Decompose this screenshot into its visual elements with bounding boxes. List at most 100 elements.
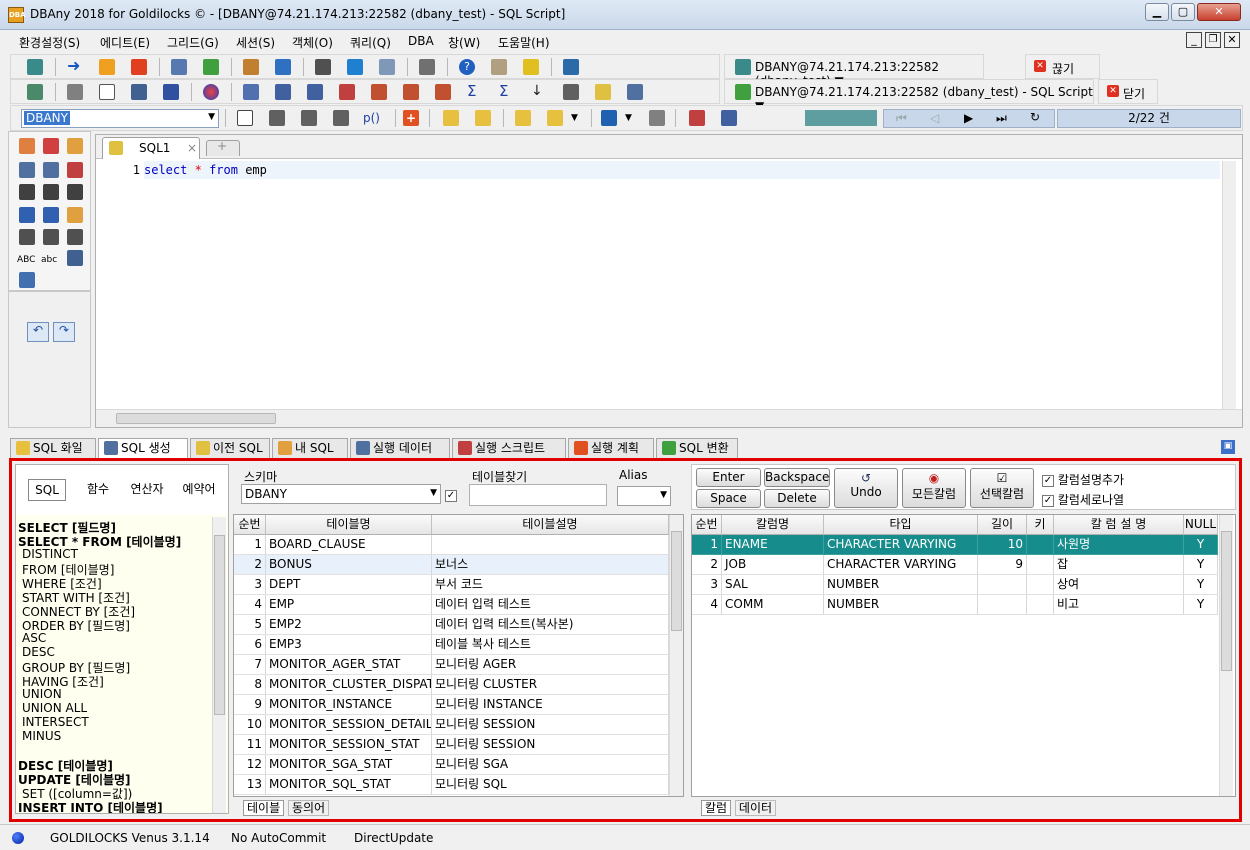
table-icon[interactable] xyxy=(243,84,259,100)
tab-sql1[interactable]: SQL1 × xyxy=(102,137,200,159)
col-header-key[interactable]: 키 xyxy=(1027,515,1054,535)
schema-checkbox[interactable]: ✓ xyxy=(445,488,457,502)
table-row[interactable]: 9 MONITOR_INSTANCE 모니터링 INSTANCE xyxy=(234,695,669,715)
minimize-button[interactable]: ▁ xyxy=(1145,3,1169,21)
col-header-col-name[interactable]: 칼럼명 xyxy=(722,515,824,535)
monitor-icon[interactable] xyxy=(347,59,363,75)
subtab-function[interactable]: 함수 xyxy=(76,479,120,501)
sum-icon[interactable]: Σ xyxy=(467,84,483,100)
selected-columns-button[interactable]: ☑ 선택칼럼 xyxy=(970,468,1034,508)
tab-exec-data[interactable]: 실행 데이터 xyxy=(350,438,450,458)
tab-my-sql[interactable]: 내 SQL xyxy=(272,438,348,458)
table-row[interactable]: 3 DEPT 부서 코드 xyxy=(234,575,669,595)
subtab-sql[interactable]: SQL xyxy=(28,479,66,501)
snippet-4-icon[interactable] xyxy=(19,162,35,178)
download-icon[interactable] xyxy=(131,59,147,75)
column-vscroll[interactable] xyxy=(1219,515,1233,796)
table-row[interactable]: 13 MONITOR_SQL_STAT 모니터링 SQL xyxy=(234,775,669,795)
connect-icon[interactable] xyxy=(27,59,43,75)
format-icon[interactable] xyxy=(19,272,35,288)
doc-icon[interactable] xyxy=(333,110,349,126)
tree-icon[interactable] xyxy=(27,84,43,100)
grid-settings-icon[interactable] xyxy=(721,110,737,126)
snippet-2-icon[interactable] xyxy=(43,138,59,154)
tab-close-icon[interactable]: × xyxy=(187,141,197,155)
table-row[interactable]: 1 BOARD_CLAUSE xyxy=(234,535,669,555)
tab-sql-file[interactable]: SQL 화일 xyxy=(10,438,96,458)
wrap-icon[interactable] xyxy=(67,229,83,245)
grid-a-icon[interactable] xyxy=(19,229,35,245)
space-button[interactable]: Space xyxy=(696,489,761,508)
menu-object[interactable]: 객체(O) xyxy=(292,34,333,51)
sum-group-icon[interactable]: Σ xyxy=(499,84,515,100)
snippet-5-icon[interactable] xyxy=(43,162,59,178)
find-icon[interactable] xyxy=(595,84,611,100)
tab-exec-plan[interactable]: 실행 계획 xyxy=(568,438,654,458)
menu-help[interactable]: 도움말(H) xyxy=(498,34,550,51)
redo-icon[interactable]: ↷ xyxy=(53,322,75,342)
save-icon[interactable] xyxy=(601,110,617,126)
table-edit-icon[interactable] xyxy=(307,84,323,100)
table-insert-icon[interactable] xyxy=(371,84,387,100)
syntax-item[interactable]: INSERT INTO [테이블명] xyxy=(18,799,163,813)
search-icon[interactable] xyxy=(419,59,435,75)
tab-columns[interactable]: 칼럼 xyxy=(701,800,732,816)
subtab-operator[interactable]: 연산자 xyxy=(122,479,172,501)
column-row[interactable]: 1 ENAME CHARACTER VARYING 10 사원명 Y xyxy=(692,535,1218,555)
close-window-button[interactable]: ✕ xyxy=(1197,3,1241,21)
procedure-icon[interactable]: p() xyxy=(363,110,380,126)
column-vscroll-thumb[interactable] xyxy=(1221,531,1232,671)
col-header-type[interactable]: 타입 xyxy=(824,515,978,535)
new-script-icon[interactable] xyxy=(269,110,285,126)
maximize-button[interactable]: ▢ xyxy=(1171,3,1195,21)
snippet-6-icon[interactable] xyxy=(67,162,83,178)
undo-button[interactable]: ↺ Undo xyxy=(834,468,898,508)
tab-sql-gen[interactable]: SQL 생성 xyxy=(98,438,188,458)
col-header-length[interactable]: 길이 xyxy=(978,515,1027,535)
delete-button[interactable]: Delete xyxy=(764,489,830,508)
table-row[interactable]: 7 MONITOR_AGER_STAT 모니터링 AGER xyxy=(234,655,669,675)
syntax-item[interactable]: UNION ALL xyxy=(22,701,87,715)
indent-icon[interactable] xyxy=(19,184,35,200)
outdent-icon[interactable] xyxy=(43,184,59,200)
print-preview-icon[interactable] xyxy=(649,110,665,126)
tab-tables[interactable]: 테이블 xyxy=(243,800,285,816)
new-tab-button[interactable]: + xyxy=(206,139,240,156)
tab-exec-script[interactable]: 실행 스크립트 xyxy=(452,438,566,458)
sort-icon[interactable]: ↓ xyxy=(531,84,547,100)
menu-grid[interactable]: 그리드(G) xyxy=(167,34,219,51)
all-columns-button[interactable]: ◉ 모든칼럼 xyxy=(902,468,966,508)
dba-icon[interactable] xyxy=(523,59,539,75)
add-icon[interactable]: + xyxy=(403,110,419,126)
column-row[interactable]: 2 JOB CHARACTER VARYING 9 잡 Y xyxy=(692,555,1218,575)
cube-icon[interactable] xyxy=(491,59,507,75)
tm-icon[interactable] xyxy=(131,84,147,100)
save-script-icon[interactable] xyxy=(301,110,317,126)
col-header-table-desc[interactable]: 테이블설명 xyxy=(432,515,669,535)
enter-button[interactable]: Enter xyxy=(696,468,761,487)
mdi-restore-button[interactable]: ❐ xyxy=(1205,32,1221,48)
objects-icon[interactable] xyxy=(243,59,259,75)
page-icon[interactable] xyxy=(99,84,115,100)
table-row[interactable]: 4 EMP 데이터 입력 테스트 xyxy=(234,595,669,615)
syntax-item[interactable]: DISTINCT xyxy=(22,547,78,561)
menu-dba[interactable]: DBA xyxy=(408,34,434,48)
last-record-icon[interactable]: ⏭ xyxy=(996,111,1007,126)
col-header-table-name[interactable]: 테이블명 xyxy=(266,515,432,535)
table-find-input[interactable] xyxy=(469,484,607,506)
syntax-vscroll-thumb[interactable] xyxy=(214,535,225,715)
disconnect-button[interactable]: 끊기 xyxy=(1052,60,1074,77)
upload-icon[interactable] xyxy=(99,59,115,75)
alias-combo[interactable]: ▼ xyxy=(617,486,671,506)
vertical-checkbox[interactable]: ✓ 칼럼세로나열 xyxy=(1042,491,1124,508)
col-header-no[interactable]: 순번 xyxy=(692,515,722,535)
table-add-icon[interactable] xyxy=(275,84,291,100)
tab-prev-sql[interactable]: 이전 SQL xyxy=(190,438,270,458)
table-row[interactable]: 6 EMP3 테이블 복사 테스트 xyxy=(234,635,669,655)
help-icon[interactable]: ? xyxy=(459,59,475,75)
tm-case-icon[interactable] xyxy=(67,250,83,266)
table-vscroll[interactable] xyxy=(669,515,683,796)
grid-b-icon[interactable] xyxy=(43,229,59,245)
table-row[interactable]: 8MONITOR_CLUSTER_DISPATCHER모니터링 CLUSTER xyxy=(234,675,669,695)
syntax-vscroll[interactable] xyxy=(212,517,226,813)
